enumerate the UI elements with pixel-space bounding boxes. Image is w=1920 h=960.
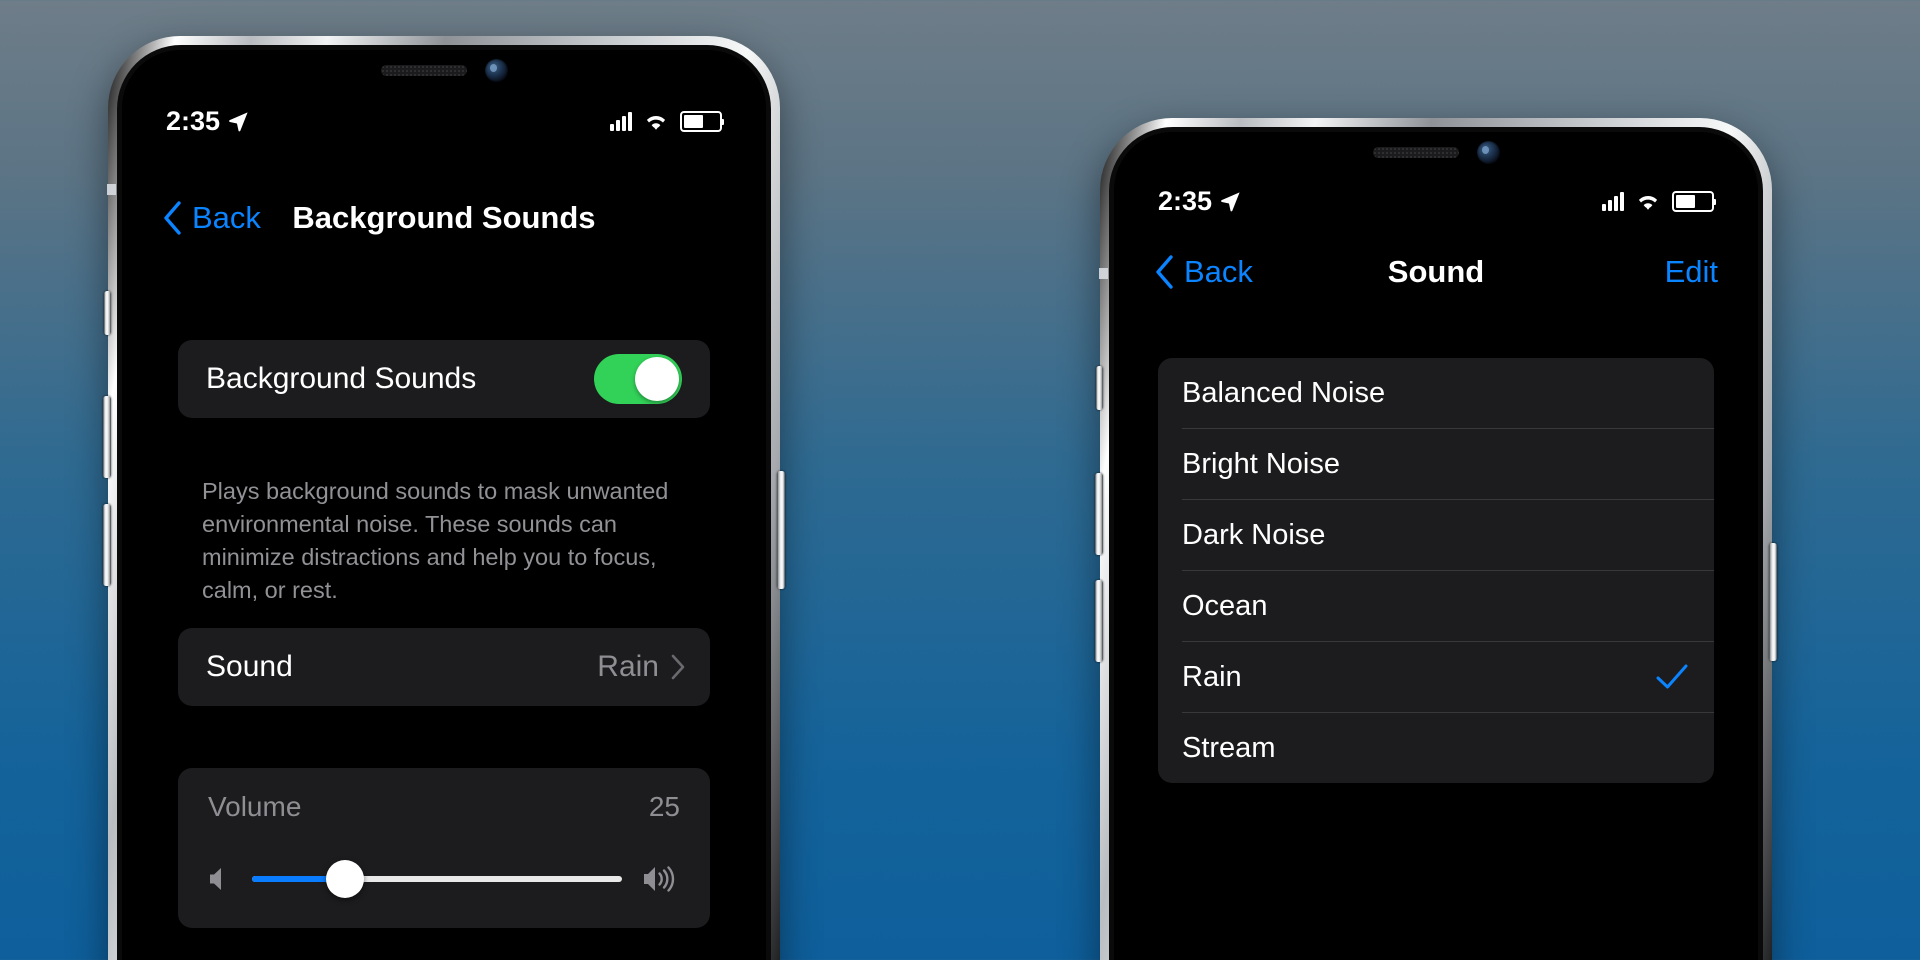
nav-bar-left-phone: Back Background Sounds — [122, 190, 766, 246]
status-bar-right-group — [1602, 191, 1714, 212]
antenna-line-right-top — [1099, 268, 1108, 279]
antenna-line-left-top — [107, 184, 116, 195]
background-sounds-toggle[interactable] — [594, 354, 682, 404]
back-button-label: Back — [192, 200, 261, 235]
list-item-label: Bright Noise — [1182, 447, 1340, 480]
list-item-label: Dark Noise — [1182, 518, 1326, 551]
nav-bar-right-phone: Back Sound Edit — [1114, 244, 1758, 300]
volume-slider-thumb[interactable] — [325, 860, 364, 898]
wifi-icon — [1638, 195, 1658, 210]
volume-header: Volume 25 — [208, 768, 680, 846]
mute-switch-right-phone[interactable] — [1096, 366, 1103, 410]
chevron-left-icon — [164, 201, 181, 235]
list-item[interactable]: Bright Noise — [1158, 429, 1714, 499]
phone-right-screen: 2:35 Back Sound Edit Balanced Noise Brig… — [1114, 132, 1758, 960]
sound-list: Balanced Noise Bright Noise Dark Noise Ocea… — [1158, 358, 1714, 783]
front-camera-icon — [1476, 140, 1500, 164]
volume-down-button-left-phone[interactable] — [103, 504, 111, 586]
speaker-mute-icon — [210, 868, 221, 890]
sound-row-card: Sound Rain — [178, 628, 710, 706]
battery-icon — [680, 111, 722, 132]
notch-left-phone — [315, 50, 573, 90]
volume-label: Volume — [208, 791, 302, 822]
list-item-label: Stream — [1182, 731, 1276, 764]
cellular-signal-icon — [610, 112, 632, 131]
sound-row[interactable]: Sound Rain — [178, 628, 710, 706]
volume-slider-row — [208, 846, 680, 912]
volume-card: Volume 25 — [178, 768, 710, 928]
edit-button[interactable]: Edit — [1665, 254, 1718, 290]
sound-row-value: Rain — [597, 650, 659, 683]
status-bar-left-group: 2:35 — [1158, 186, 1242, 217]
list-item[interactable]: Stream — [1158, 713, 1714, 783]
battery-icon — [1672, 191, 1714, 212]
status-time: 2:35 — [1158, 186, 1213, 216]
sound-list-card: Balanced Noise Bright Noise Dark Noise Ocea… — [1158, 358, 1714, 783]
volume-value: 25 — [648, 791, 680, 822]
status-time: 2:35 — [166, 106, 221, 136]
background-sounds-description: Plays background sounds to mask unwanted… — [202, 478, 669, 603]
list-item[interactable]: Dark Noise — [1158, 500, 1714, 570]
list-item[interactable]: Rain — [1158, 642, 1714, 712]
background-sounds-toggle-row[interactable]: Background Sounds — [178, 340, 710, 418]
earpiece-speaker-icon — [380, 64, 467, 76]
back-button-left-phone[interactable]: Back — [162, 200, 261, 236]
battery-fill — [683, 115, 703, 128]
checkmark-icon — [1656, 664, 1688, 690]
phone-left: 2:35 Back Background Sounds Background S… — [103, 36, 785, 960]
status-bar-right-group — [610, 111, 722, 132]
front-camera-icon — [484, 58, 508, 82]
status-bar-right-phone: 2:35 — [1114, 186, 1758, 217]
notch-right-phone — [1307, 132, 1565, 172]
background-sounds-toggle-card: Background Sounds — [178, 340, 710, 418]
volume-down-button-right-phone[interactable] — [1095, 580, 1103, 662]
chevron-right-icon — [671, 654, 685, 680]
chevron-left-icon — [1156, 255, 1173, 289]
location-arrow-icon — [229, 112, 248, 132]
location-arrow-icon — [1221, 192, 1240, 212]
volume-up-button-right-phone[interactable] — [1095, 473, 1103, 555]
volume-slider-track[interactable] — [252, 860, 622, 898]
volume-up-button-left-phone[interactable] — [103, 396, 111, 478]
list-item-label: Balanced Noise — [1182, 376, 1386, 409]
phone-left-bezel: 2:35 Back Background Sounds Background S… — [117, 45, 771, 960]
battery-fill — [1675, 195, 1695, 208]
wifi-icon — [646, 115, 666, 130]
background-sounds-label: Background Sounds — [206, 362, 477, 395]
list-item[interactable]: Balanced Noise — [1158, 358, 1714, 428]
earpiece-speaker-icon — [1372, 146, 1459, 158]
status-bar-left-phone: 2:35 — [122, 106, 766, 137]
toggle-knob — [635, 357, 679, 401]
back-button-label: Back — [1184, 254, 1253, 289]
phone-left-screen: 2:35 Back Background Sounds Background S… — [122, 50, 766, 960]
mute-switch-left-phone[interactable] — [104, 291, 111, 335]
list-item-label: Rain — [1182, 660, 1242, 693]
phone-right: 2:35 Back Sound Edit Balanced Noise Brig… — [1095, 118, 1777, 960]
status-bar-left-group: 2:35 — [166, 106, 250, 137]
cellular-signal-icon — [1602, 192, 1624, 211]
list-item-label: Ocean — [1182, 589, 1268, 622]
phone-right-bezel: 2:35 Back Sound Edit Balanced Noise Brig… — [1109, 127, 1763, 960]
power-button-left-phone[interactable] — [777, 471, 785, 589]
list-item[interactable]: Ocean — [1158, 571, 1714, 641]
power-button-right-phone[interactable] — [1769, 543, 1777, 661]
speaker-wave-icon — [644, 866, 675, 892]
back-button-right-phone[interactable]: Back — [1154, 254, 1253, 290]
sound-row-label: Sound — [206, 650, 293, 683]
